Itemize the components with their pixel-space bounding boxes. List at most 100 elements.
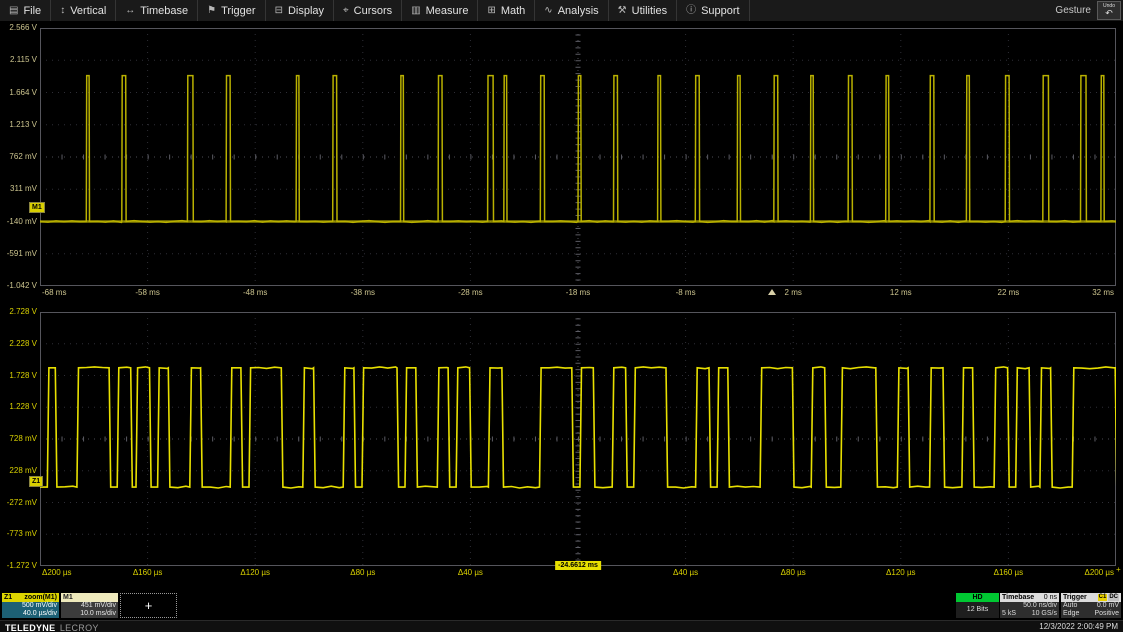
gesture-label: Gesture <box>1055 5 1097 16</box>
datetime: 12/3/2022 2:00:49 PM <box>1039 622 1118 631</box>
top-y-axis-label: 762 mV <box>0 152 37 162</box>
undo-button[interactable]: Undo ↶ <box>1097 1 1121 20</box>
brand-teledyne: TELEDYNE <box>5 623 55 632</box>
bottom-y-axis-label: 2.228 V <box>0 339 37 349</box>
bottom-y-axis-label: 1.228 V <box>0 402 37 412</box>
menu-item-timebase[interactable]: ↔ Timebase <box>116 0 198 21</box>
bottom-y-axis-label: 228 mV <box>0 466 37 476</box>
menu-item-label: Support <box>701 5 740 17</box>
timebase-descriptor[interactable]: Timebase 0 ns 50.0 ns/div 5 kS 10 GS/s <box>1000 593 1059 618</box>
timebase-scale: 50.0 ns/div <box>1002 602 1057 610</box>
display-icon: ⊟ <box>275 6 283 16</box>
zoom-right-edge-marker: + <box>1116 566 1121 574</box>
z1-volts-per-div: 500 mV/div <box>4 602 57 610</box>
bottom-x-axis-label: Δ120 µs <box>240 568 270 578</box>
menu-item-measure[interactable]: ▥ Measure <box>402 0 478 21</box>
menu-item-label: Cursors <box>354 5 393 17</box>
bottom-y-axis-label: 2.728 V <box>0 307 37 317</box>
top-x-axis-label: -58 ms <box>135 288 159 298</box>
top-y-axis-label: -1.042 V <box>0 281 37 291</box>
bottom-x-axis-label: Δ160 µs <box>994 568 1024 578</box>
bottom-x-axis-label: Δ160 µs <box>133 568 163 578</box>
timebase-offset: 0 ns <box>1044 593 1057 602</box>
menu-item-support[interactable]: ⓘ Support <box>677 0 750 21</box>
top-x-axis-label: 22 ms <box>997 288 1019 298</box>
timebase-samples: 5 kS <box>1002 610 1016 618</box>
top-x-axis-label: -18 ms <box>566 288 590 298</box>
menu-item-vertical[interactable]: ↕ Vertical <box>51 0 116 21</box>
analysis-icon: ∿ <box>544 6 552 16</box>
top-y-axis-label: 311 mV <box>0 184 37 194</box>
bottom-y-axis-label: -773 mV <box>0 529 37 539</box>
timebase-icon: ↔ <box>125 6 135 16</box>
plus-icon: + <box>145 598 153 613</box>
menu-item-label: Trigger <box>221 5 255 17</box>
bottom-x-axis-label: Δ80 µs <box>781 568 806 578</box>
bottom-grid-plot[interactable] <box>40 312 1116 566</box>
top-grid-plot[interactable] <box>40 28 1116 286</box>
footer-bar: TELEDYNE LECROY 12/3/2022 2:00:49 PM <box>0 620 1123 632</box>
menu-item-utilities[interactable]: ⚒Utilities <box>609 0 677 21</box>
top-x-axis-label: 2 ms <box>785 288 802 298</box>
brand-lecroy: LECROY <box>60 623 99 632</box>
cursors-icon: ⌖ <box>343 6 349 16</box>
menu-item-label: Timebase <box>140 5 188 17</box>
brand-logo: TELEDYNE LECROY <box>5 618 99 632</box>
z1-id: Z1 <box>4 593 12 602</box>
menu-items: ▤File ↕ Vertical ↔ Timebase ⚑ Trigger ⊟ Display ⌖… <box>0 0 750 21</box>
bottom-y-axis-label: -1.272 V <box>0 561 37 571</box>
menu-item-label: Math <box>501 5 525 17</box>
measure-icon: ▥ <box>411 6 420 16</box>
z1-trace-descriptor[interactable]: Z1 zoom(M1) 500 mV/div 40.0 µs/div <box>2 593 59 618</box>
menu-item-label: Analysis <box>558 5 599 17</box>
vertical-icon: ↕ <box>60 6 65 16</box>
menu-item-label: Measure <box>426 5 469 17</box>
m1-channel-badge[interactable]: M1 <box>29 202 45 213</box>
support-icon: ⓘ <box>686 6 696 16</box>
menu-item-label: Display <box>288 5 324 17</box>
bottom-y-axis-label: 1.728 V <box>0 371 37 381</box>
bottom-y-axis-label: -272 mV <box>0 498 37 508</box>
menu-item-file[interactable]: ▤File <box>0 0 51 21</box>
top-y-axis-label: 2.115 V <box>0 55 37 65</box>
m1-id: M1 <box>63 593 73 602</box>
top-x-axis-label: -48 ms <box>243 288 267 298</box>
top-x-axis-label: 12 ms <box>890 288 912 298</box>
top-x-axis-label: -68 ms <box>42 288 66 298</box>
top-y-axis-label: 1.213 V <box>0 120 37 130</box>
math-icon: ⊞ <box>487 6 495 16</box>
top-x-axis-label: -8 ms <box>676 288 696 298</box>
descriptor-bar: Z1 zoom(M1) 500 mV/div 40.0 µs/div M1 45… <box>0 592 1123 620</box>
add-trace-button[interactable]: + <box>120 593 177 618</box>
menu-item-label: Vertical <box>70 5 106 17</box>
menu-item-analysis[interactable]: ∿ Analysis <box>535 0 608 21</box>
z1-channel-badge[interactable]: Z1 <box>29 476 43 487</box>
z1-source: zoom(M1) <box>24 593 57 602</box>
trigger-icon: ⚑ <box>207 6 216 16</box>
trigger-position-marker[interactable] <box>768 289 776 295</box>
top-y-axis-label: -140 mV <box>0 217 37 227</box>
menu-item-cursors[interactable]: ⌖ Cursors <box>334 0 402 21</box>
undo-icon: ↶ <box>1105 9 1113 18</box>
m1-volts-per-div: 451 mV/div <box>63 602 116 610</box>
trigger-slope: Positive <box>1094 610 1119 618</box>
timebase-samplerate: 10 GS/s <box>1032 610 1057 618</box>
bottom-x-axis-label: Δ40 µs <box>673 568 698 578</box>
menu-item-label: Utilities <box>632 5 667 17</box>
trigger-descriptor[interactable]: Trigger C1 DC Auto 0.0 mV Edge Positive <box>1061 593 1121 618</box>
menu-item-trigger[interactable]: ⚑ Trigger <box>198 0 265 21</box>
timebase-label: Timebase <box>1002 593 1034 602</box>
menu-item-math[interactable]: ⊞ Math <box>478 0 535 21</box>
bottom-x-axis-label: Δ40 µs <box>458 568 483 578</box>
top-x-axis-label: -38 ms <box>351 288 375 298</box>
file-icon: ▤ <box>9 6 18 16</box>
hd-mode-indicator[interactable]: HD 12 Bits <box>956 593 999 618</box>
trigger-source-badge: C1 <box>1098 594 1108 601</box>
bottom-x-axis-label: Δ200 µs <box>42 568 72 578</box>
trigger-coupling-badge: DC <box>1108 594 1119 601</box>
m1-trace-descriptor[interactable]: M1 451 mV/div 10.0 ms/div <box>61 593 118 618</box>
top-y-axis-label: 1.664 V <box>0 88 37 98</box>
trigger-label: Trigger <box>1063 593 1087 602</box>
bottom-x-axis-label: Δ80 µs <box>350 568 375 578</box>
menu-item-display[interactable]: ⊟ Display <box>266 0 334 21</box>
